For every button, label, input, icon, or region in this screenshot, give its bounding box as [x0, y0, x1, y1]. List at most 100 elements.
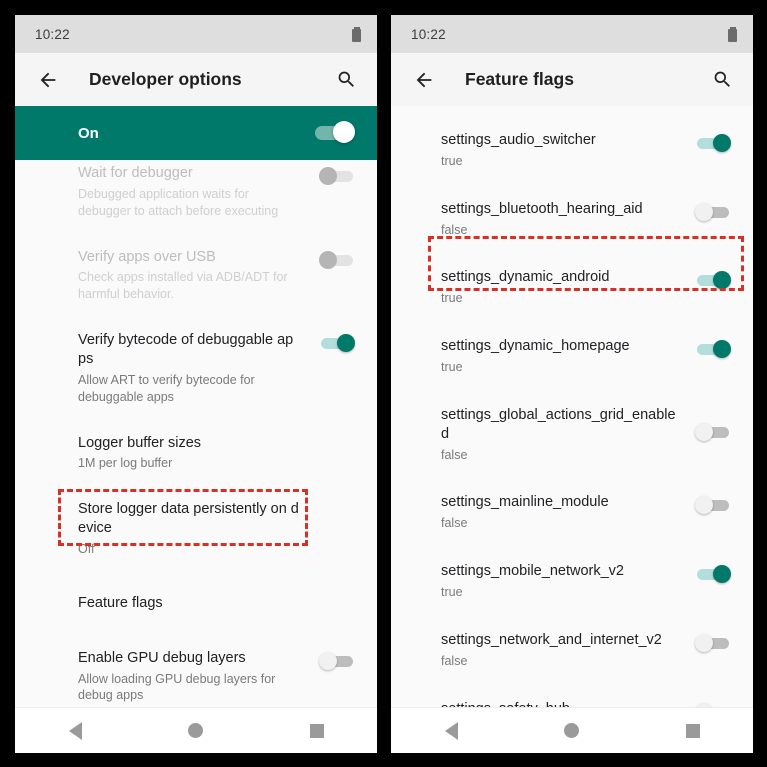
row-subtitle: false — [441, 447, 468, 462]
row-title: Wait for debugger — [78, 165, 193, 181]
system-nav-bar-left[interactable] — [15, 707, 377, 753]
nav-recents-icon[interactable] — [294, 708, 340, 754]
developer-options-list[interactable]: Wait for debugger Debugged application w… — [15, 160, 377, 707]
status-bar-right: 10:22 — [391, 15, 753, 53]
row-title: settings_dynamic_homepage — [441, 338, 630, 355]
nav-home-icon[interactable] — [173, 708, 219, 754]
row-control[interactable] — [689, 131, 731, 153]
row-control[interactable] — [689, 562, 731, 584]
toggle-switch[interactable] — [695, 270, 731, 290]
row-text: settings_bluetooth_hearing_aid false — [441, 200, 689, 239]
toggle-thumb — [695, 496, 713, 515]
arrow-left-icon[interactable] — [35, 67, 61, 93]
row-title: settings_mobile_network_v2 — [441, 563, 624, 580]
list-item-logger-buffer-sizes[interactable]: Logger buffer sizes 1M per log buffer — [15, 420, 377, 487]
toggle-thumb — [319, 651, 337, 670]
toggle-switch[interactable] — [695, 495, 731, 515]
developer-options-master-switch-row[interactable]: On — [15, 106, 377, 160]
nav-recents-icon[interactable] — [670, 708, 716, 754]
toggle-switch[interactable] — [319, 333, 355, 353]
row-title: settings_dynamic_android — [441, 269, 610, 286]
row-control[interactable] — [689, 268, 731, 290]
list-item-settings-mainline-module[interactable]: settings_mainline_module false — [391, 478, 753, 547]
list-item-feature-flags[interactable]: Feature flags — [15, 572, 377, 635]
list-item-settings-network-and-internet-v2[interactable]: settings_network_and_internet_v2 false — [391, 616, 753, 685]
list-item-enable-gpu-debug-layers[interactable]: Enable GPU debug layers Allow loading GP… — [15, 635, 377, 707]
row-subtitle: Debugged application waits for debugger … — [78, 186, 279, 218]
nav-back-icon[interactable] — [428, 708, 474, 754]
list-item-settings-bluetooth-hearing-aid[interactable]: settings_bluetooth_hearing_aid false — [391, 185, 753, 254]
row-control[interactable] — [689, 406, 731, 442]
list-item-settings-mobile-network-v2[interactable]: settings_mobile_network_v2 true — [391, 547, 753, 616]
row-control[interactable] — [313, 331, 355, 353]
row-control — [313, 164, 355, 186]
master-toggle-switch[interactable] — [313, 121, 355, 145]
row-text: settings_mobile_network_v2 true — [441, 562, 689, 601]
row-title: settings_bluetooth_hearing_aid — [441, 200, 643, 217]
app-bar-developer-options: Developer options — [15, 53, 377, 106]
row-control[interactable] — [689, 631, 731, 653]
phone-screen-feature-flags: 10:22 Feature flags settings_audio_switc… — [391, 15, 753, 753]
screenshot-stage: 10:22 Developer options On Wait for debu… — [0, 0, 767, 767]
row-title: Logger buffer sizes — [78, 434, 202, 451]
toggle-switch[interactable] — [695, 422, 731, 442]
search-icon[interactable] — [709, 67, 735, 93]
toggle-thumb — [713, 340, 731, 359]
row-subtitle: false — [441, 516, 468, 531]
row-title: Verify apps over USB — [78, 248, 216, 265]
toggle-switch[interactable] — [695, 133, 731, 153]
app-bar-feature-flags: Feature flags — [391, 53, 753, 106]
row-subtitle: true — [441, 360, 463, 374]
battery-icon — [728, 26, 737, 42]
row-control[interactable] — [313, 649, 355, 671]
row-control — [313, 248, 355, 270]
toggle-thumb — [319, 250, 337, 269]
row-control[interactable] — [689, 493, 731, 515]
row-subtitle: Off — [78, 542, 95, 557]
list-item-verify-apps-over-usb[interactable]: Verify apps over USB Check apps installe… — [15, 234, 377, 318]
row-text: settings_global_actions_grid_enabled fal… — [441, 406, 689, 464]
row-control[interactable] — [689, 337, 731, 359]
row-title: settings_global_actions_grid_enabled — [441, 406, 676, 442]
toggle-thumb — [337, 334, 355, 353]
row-text: Verify bytecode of debuggable apps Allow… — [78, 331, 313, 405]
row-title: Feature flags — [78, 594, 163, 611]
list-item-settings-audio-switcher[interactable]: settings_audio_switcher true — [391, 116, 753, 185]
list-item-wait-for-debugger[interactable]: Wait for debugger Debugged application w… — [15, 160, 377, 234]
row-title: settings_mainline_module — [441, 494, 609, 511]
row-text: Enable GPU debug layers Allow loading GP… — [78, 649, 313, 705]
row-control — [313, 434, 355, 436]
row-control[interactable] — [689, 200, 731, 222]
row-title: settings_audio_switcher — [441, 132, 596, 148]
row-subtitle: Allow ART to verify bytecode for debugga… — [78, 372, 255, 404]
row-subtitle: false — [441, 222, 468, 237]
toggle-thumb — [695, 422, 713, 441]
list-item-settings-safety-hub[interactable]: settings_safety_hub false — [391, 685, 753, 707]
list-item-store-logger-data[interactable]: Store logger data persistently on device… — [15, 486, 377, 572]
system-nav-bar-right[interactable] — [391, 707, 753, 753]
list-item-settings-dynamic-android[interactable]: settings_dynamic_android true — [391, 253, 753, 322]
toggle-thumb — [695, 202, 713, 221]
toggle-switch[interactable] — [319, 651, 355, 671]
status-bar-clock: 10:22 — [35, 26, 70, 42]
feature-flags-list[interactable]: settings_audio_switcher true settings_bl… — [391, 106, 753, 707]
nav-back-icon[interactable] — [52, 708, 98, 754]
toggle-thumb — [695, 633, 713, 652]
row-text: settings_network_and_internet_v2 false — [441, 631, 689, 670]
toggle-switch[interactable] — [695, 702, 731, 707]
search-icon[interactable] — [333, 67, 359, 93]
row-subtitle: 1M per log buffer — [78, 456, 173, 471]
page-title: Feature flags — [465, 69, 574, 89]
list-item-verify-bytecode[interactable]: Verify bytecode of debuggable apps Allow… — [15, 317, 377, 419]
list-item-settings-dynamic-homepage[interactable]: settings_dynamic_homepage true — [391, 322, 753, 391]
nav-home-icon[interactable] — [549, 708, 595, 754]
toggle-switch[interactable] — [695, 202, 731, 222]
toggle-switch[interactable] — [695, 633, 731, 653]
toggle-switch[interactable] — [695, 339, 731, 359]
list-item-settings-global-actions-grid-enabled[interactable]: settings_global_actions_grid_enabled fal… — [391, 391, 753, 479]
toggle-thumb — [713, 134, 731, 152]
toggle-thumb — [713, 271, 731, 290]
row-control[interactable] — [689, 700, 731, 707]
arrow-left-icon[interactable] — [411, 67, 437, 93]
toggle-switch[interactable] — [695, 564, 731, 584]
